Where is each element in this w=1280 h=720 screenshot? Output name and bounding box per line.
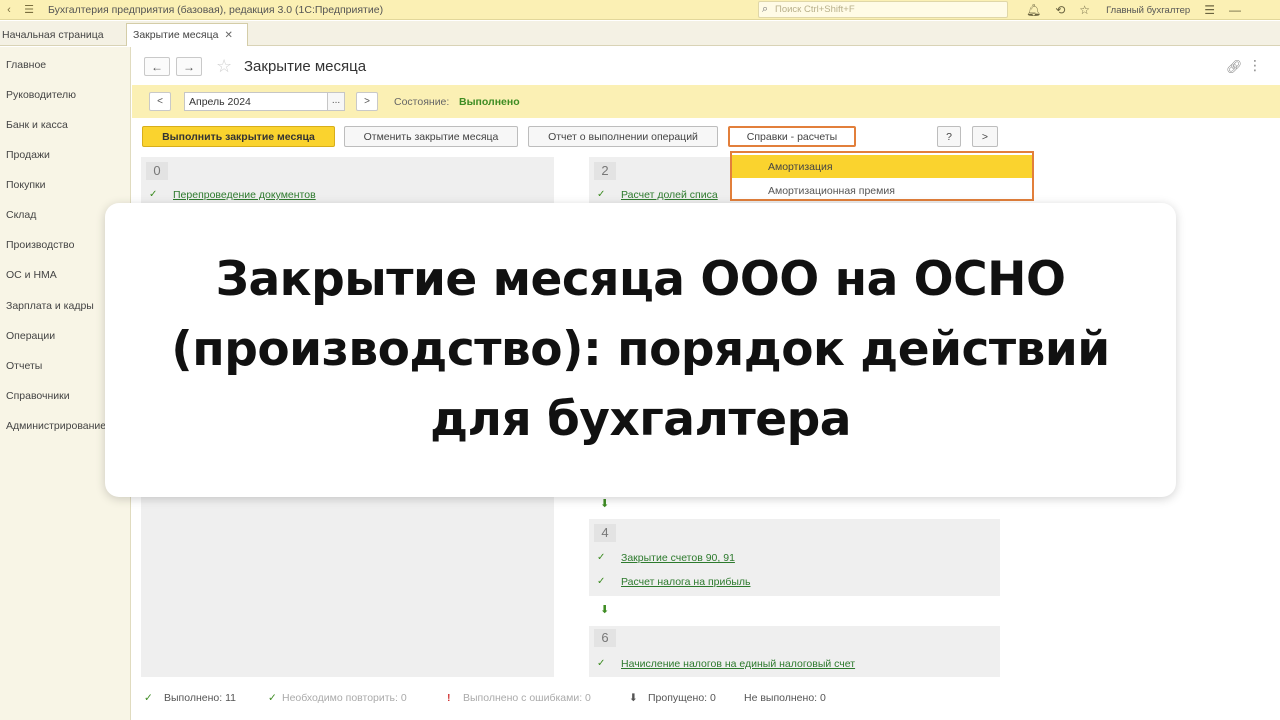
menu-item-depreciation[interactable]: Амортизация xyxy=(732,155,1032,178)
more-commands-button[interactable]: > xyxy=(972,126,998,147)
sidebar-item-purchases[interactable]: Покупки xyxy=(6,179,130,191)
status-done: Выполнено: 11 xyxy=(164,692,236,704)
next-period-button[interactable]: > xyxy=(356,92,378,111)
more-icon[interactable]: ⋮ xyxy=(1248,57,1262,74)
sidebar-item-main[interactable]: Главное xyxy=(6,59,130,71)
tab-bar: Начальная страница Закрытие месяца ✕ xyxy=(0,21,1280,46)
period-bar: < Апрель 2024 ... > Состояние: Выполнено xyxy=(132,85,1280,118)
state-value: Выполнено xyxy=(459,96,520,108)
step-link[interactable]: Начисление налогов на единый налоговый с… xyxy=(621,658,855,670)
sidebar-item-director[interactable]: Руководителю xyxy=(6,89,130,101)
operations-report-button[interactable]: Отчет о выполнении операций xyxy=(528,126,718,147)
bell-icon[interactable]: 🔔︎ xyxy=(1026,3,1041,17)
step-link[interactable]: Расчет налога на прибыль xyxy=(621,576,751,588)
app-title: Бухгалтерия предприятия (базовая), редак… xyxy=(48,3,384,16)
headline-text: Закрытие месяца ООО на ОСНО (производств… xyxy=(171,252,1110,447)
period-select-button[interactable]: ... xyxy=(327,92,345,111)
search-placeholder: Поиск Ctrl+Shift+F xyxy=(775,4,855,15)
back-icon[interactable]: ‹ xyxy=(2,3,16,17)
favorite-star-icon[interactable]: ☆ xyxy=(216,56,232,77)
status-skipped: Пропущено: 0 xyxy=(648,692,716,704)
page-title: Закрытие месяца xyxy=(244,58,367,75)
stage-panel-4: 4 ✓ Закрытие счетов 90, 91 ✓ Расчет нало… xyxy=(589,519,1000,596)
step-link[interactable]: Закрытие счетов 90, 91 xyxy=(621,552,735,564)
help-button[interactable]: ? xyxy=(937,126,961,147)
status-not-done: Не выполнено: 0 xyxy=(744,692,826,704)
tab-month-closing-label: Закрытие месяца xyxy=(133,29,219,41)
arrow-down-icon: ⬇ xyxy=(629,692,638,704)
status-bar: ✓ Выполнено: 11 ✓ Необходимо повторить: … xyxy=(132,688,1280,710)
run-closing-button[interactable]: Выполнить закрытие месяца xyxy=(142,126,335,147)
tab-month-closing[interactable]: Закрытие месяца ✕ xyxy=(126,23,248,46)
stage-number: 4 xyxy=(594,524,616,542)
prev-period-button[interactable]: < xyxy=(149,92,171,111)
error-icon: ! xyxy=(447,692,451,704)
menu-icon[interactable]: ☰ xyxy=(22,3,36,17)
settings-menu-icon[interactable]: ☰ xyxy=(1204,3,1215,17)
stage-number: 2 xyxy=(594,162,616,180)
sidebar-item-bank[interactable]: Банк и касса xyxy=(6,119,130,131)
global-search-input[interactable]: ⌕ Поиск Ctrl+Shift+F xyxy=(758,1,1008,18)
forward-button[interactable]: → xyxy=(176,57,202,76)
step-link[interactable]: Расчет долей списа xyxy=(621,189,718,201)
check-icon: ✓ xyxy=(597,576,606,587)
step-link[interactable]: Перепроведение документов xyxy=(173,189,316,201)
minimize-icon[interactable]: — xyxy=(1229,3,1241,17)
history-icon[interactable]: ⟲ xyxy=(1055,3,1065,17)
search-icon: ⌕ xyxy=(762,3,769,15)
check-icon: ✓ xyxy=(597,189,606,200)
sidebar-item-sales[interactable]: Продажи xyxy=(6,149,130,161)
check-icon: ✓ xyxy=(144,692,153,704)
cancel-closing-button[interactable]: Отменить закрытие месяца xyxy=(344,126,518,147)
arrow-left-icon: ← xyxy=(151,59,163,74)
headline-card: Закрытие месяца ООО на ОСНО (производств… xyxy=(105,203,1176,497)
stage-number: 6 xyxy=(594,629,616,647)
state-label: Состояние: xyxy=(394,96,450,108)
close-icon[interactable]: ✕ xyxy=(224,30,232,41)
menu-item-depreciation-bonus[interactable]: Амортизационная премия xyxy=(732,179,1032,202)
link-icon[interactable]: 🔗︎ xyxy=(1226,59,1243,75)
arrow-down-icon: ⬇ xyxy=(600,498,610,510)
check-icon: ✓ xyxy=(268,692,277,704)
tab-home-label: Начальная страница xyxy=(2,28,104,41)
period-input[interactable]: Апрель 2024 xyxy=(184,92,328,111)
stage-number: 0 xyxy=(146,162,168,180)
reference-dropdown-menu: Амортизация Амортизационная премия xyxy=(730,151,1034,201)
check-icon: ✓ xyxy=(149,189,158,200)
user-name[interactable]: Главный бухгалтер xyxy=(1106,5,1190,16)
tab-home[interactable]: Начальная страница xyxy=(0,23,122,46)
check-icon: ✓ xyxy=(597,658,606,669)
back-button[interactable]: ← xyxy=(144,57,170,76)
star-icon[interactable]: ☆ xyxy=(1079,3,1090,17)
arrow-down-icon: ⬇ xyxy=(600,604,610,616)
status-repeat: Необходимо повторить: 0 xyxy=(282,692,407,704)
title-bar: ‹ ☰ Бухгалтерия предприятия (базовая), р… xyxy=(0,0,1280,20)
status-errors: Выполнено с ошибками: 0 xyxy=(463,692,591,704)
arrow-right-icon: → xyxy=(183,59,195,74)
check-icon: ✓ xyxy=(597,552,606,563)
stage-panel-6: 6 ✓ Начисление налогов на единый налогов… xyxy=(589,626,1000,677)
reference-calculations-button[interactable]: Справки - расчеты xyxy=(728,126,856,147)
